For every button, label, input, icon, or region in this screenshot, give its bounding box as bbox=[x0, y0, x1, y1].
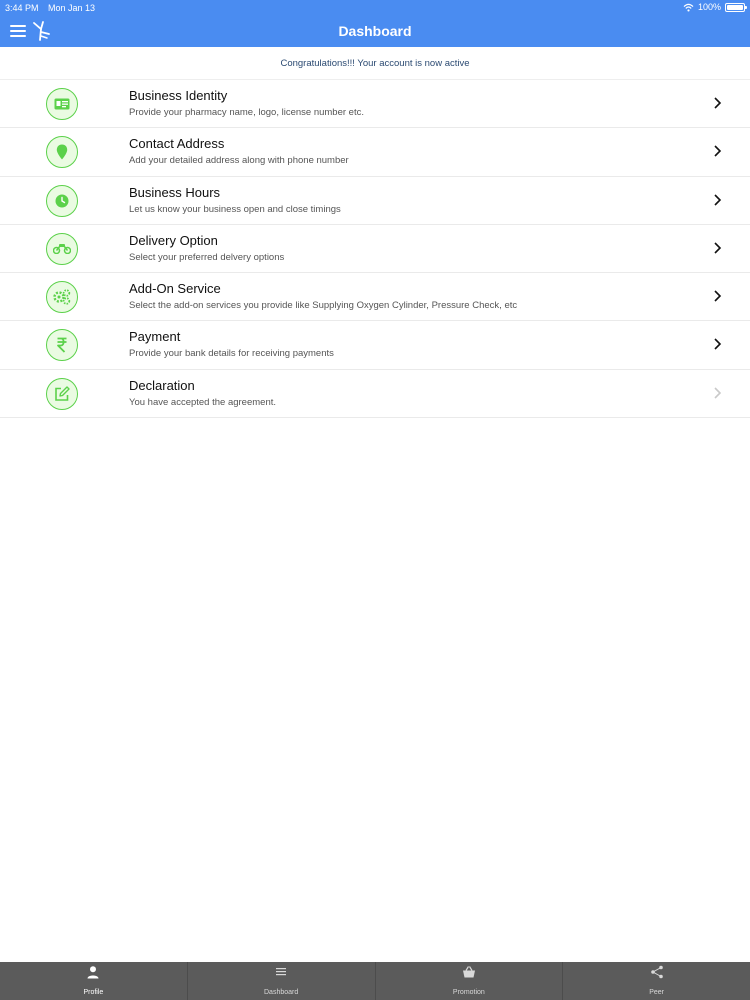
list-item-business-hours[interactable]: Business Hours Let us know your business… bbox=[0, 177, 750, 225]
item-subtitle: Provide your bank details for receiving … bbox=[129, 348, 334, 360]
item-subtitle: You have accepted the agreement. bbox=[129, 396, 277, 408]
chevron-right-icon bbox=[714, 387, 722, 399]
wifi-icon bbox=[683, 3, 694, 12]
list-icon bbox=[276, 968, 287, 976]
edit-icon bbox=[46, 377, 78, 410]
rupee-icon bbox=[46, 329, 78, 362]
id-card-icon bbox=[46, 88, 78, 120]
chevron-right-icon bbox=[714, 145, 722, 157]
battery-icon bbox=[725, 2, 747, 12]
item-title: Business Hours bbox=[129, 184, 221, 200]
location-pin-icon bbox=[46, 136, 78, 169]
chevron-right-icon bbox=[714, 194, 722, 206]
item-subtitle: Let us know your business open and close… bbox=[129, 203, 341, 215]
list-item-payment[interactable]: Payment Provide your bank details for re… bbox=[0, 321, 750, 370]
status-time: 3:44 PM bbox=[5, 3, 39, 13]
item-subtitle: Provide your pharmacy name, logo, licens… bbox=[129, 107, 364, 118]
battery-percent: 100% bbox=[697, 2, 721, 12]
nav-bar: Dashboard bbox=[0, 16, 750, 47]
tab-label: Dashboard bbox=[264, 989, 299, 996]
page-title: Dashboard bbox=[338, 23, 412, 39]
dashboard-list: Business Identity Provide your pharmacy … bbox=[0, 80, 750, 419]
item-title: Contact Address bbox=[129, 136, 225, 152]
person-icon bbox=[87, 966, 99, 979]
item-title: Declaration bbox=[129, 377, 195, 393]
tab-profile[interactable]: Profile bbox=[0, 962, 188, 1000]
activation-banner: Congratulations!!! Your account is now a… bbox=[0, 47, 750, 80]
list-item-business-identity[interactable]: Business Identity Provide your pharmacy … bbox=[0, 80, 750, 129]
tab-promotion[interactable]: Promotion bbox=[376, 962, 564, 1000]
share-icon bbox=[650, 965, 663, 979]
tab-label: Profile bbox=[83, 989, 104, 996]
list-item-delivery-option[interactable]: Delivery Option Select your preferred de… bbox=[0, 225, 750, 274]
list-item-add-on-service[interactable]: Add-On Service Select the add-on service… bbox=[0, 273, 750, 322]
chevron-right-icon bbox=[714, 290, 722, 302]
item-title: Business Identity bbox=[129, 88, 228, 103]
bottom-tab-bar: Profile Dashboard Promotion Peer bbox=[0, 962, 750, 1000]
tab-label: Promotion bbox=[452, 989, 485, 996]
clock-icon bbox=[46, 184, 78, 217]
gears-icon bbox=[46, 281, 78, 314]
item-title: Delivery Option bbox=[129, 232, 218, 248]
tab-peer[interactable]: Peer bbox=[563, 962, 750, 1000]
tab-label: Peer bbox=[649, 989, 665, 996]
motorbike-icon bbox=[46, 232, 78, 265]
top-bar: 3:44 PM Mon Jan 13 100% Dashboard bbox=[0, 0, 750, 47]
chevron-right-icon bbox=[714, 242, 722, 254]
basket-icon bbox=[462, 966, 475, 978]
status-right: 100% bbox=[683, 2, 747, 12]
status-bar: 3:44 PM Mon Jan 13 100% bbox=[0, 0, 750, 16]
chevron-right-icon bbox=[714, 97, 722, 109]
item-title: Add-On Service bbox=[129, 281, 221, 297]
chevron-right-icon bbox=[714, 338, 722, 351]
tab-dashboard[interactable]: Dashboard bbox=[188, 962, 376, 1000]
item-subtitle: Add your detailed address along with pho… bbox=[129, 155, 349, 167]
list-item-declaration[interactable]: Declaration You have accepted the agreem… bbox=[0, 370, 750, 419]
item-subtitle: Select the add-on services you provide l… bbox=[129, 300, 518, 312]
item-title: Payment bbox=[129, 329, 181, 345]
item-subtitle: Select your preferred delvery options bbox=[129, 251, 285, 263]
list-item-contact-address[interactable]: Contact Address Add your detailed addres… bbox=[0, 128, 750, 177]
status-date: Mon Jan 13 bbox=[48, 3, 96, 13]
